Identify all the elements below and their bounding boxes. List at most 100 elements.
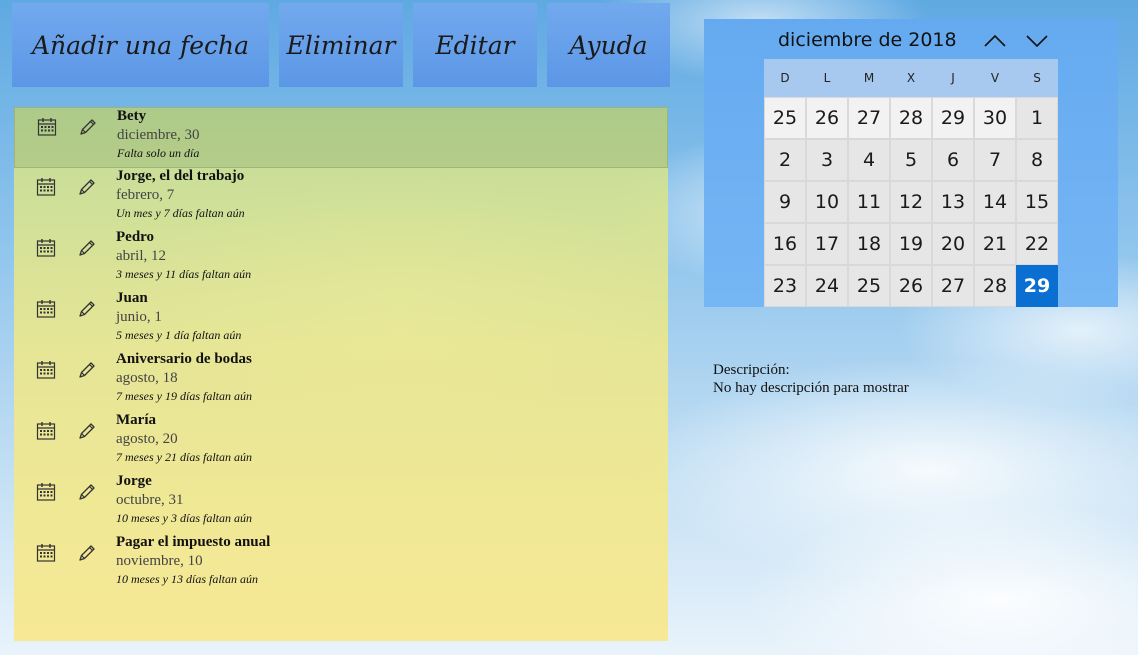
pencil-icon[interactable]: [77, 177, 97, 197]
calendar-icon[interactable]: [36, 543, 56, 563]
pencil-icon[interactable]: [77, 360, 97, 380]
date-remaining: 10 meses y 3 días faltan aún: [116, 511, 252, 525]
description-label: Descripción:: [713, 362, 790, 378]
pencil-icon[interactable]: [77, 421, 97, 441]
date-value: diciembre, 30: [117, 127, 200, 143]
calendar-day[interactable]: 17: [806, 223, 848, 265]
date-list-item[interactable]: Jorge octubre, 31 10 meses y 3 días faltan…: [14, 473, 668, 534]
calendar-icon[interactable]: [36, 299, 56, 319]
add-date-button[interactable]: Añadir una fecha: [12, 3, 269, 87]
pencil-icon[interactable]: [77, 482, 97, 502]
calendar-day[interactable]: 14: [974, 181, 1016, 223]
calendar-day[interactable]: 10: [806, 181, 848, 223]
date-value: agosto, 20: [116, 431, 178, 447]
calendar-day[interactable]: 9: [764, 181, 806, 223]
calendar-day[interactable]: 13: [932, 181, 974, 223]
calendar-icon[interactable]: [36, 238, 56, 258]
date-remaining: Falta solo un día: [117, 146, 200, 160]
date-remaining: 7 meses y 21 días faltan aún: [116, 450, 252, 464]
date-remaining: 7 meses y 19 días faltan aún: [116, 389, 252, 403]
calendar-day[interactable]: 28: [974, 265, 1016, 307]
help-button[interactable]: Ayuda: [547, 3, 670, 87]
date-remaining: 3 meses y 11 días faltan aún: [116, 267, 252, 281]
calendar: diciembre de 2018 DLMXJVS 25 26 27 28 29 30 1 2…: [704, 19, 1118, 307]
calendar-day[interactable]: 27: [848, 97, 890, 139]
weekday-label: J: [951, 71, 955, 85]
calendar-day[interactable]: 3: [806, 139, 848, 181]
pencil-icon[interactable]: [77, 238, 97, 258]
date-list-item[interactable]: Pedro abril, 12 3 meses y 11 días faltan a…: [14, 229, 668, 290]
edit-button[interactable]: Editar: [413, 3, 537, 87]
date-name: Pedro: [116, 229, 155, 245]
calendar-day[interactable]: 2: [764, 139, 806, 181]
date-name: Jorge, el del trabajo: [116, 168, 245, 184]
calendar-day[interactable]: 30: [974, 97, 1016, 139]
calendar-day[interactable]: 5: [890, 139, 932, 181]
calendar-weekday-header: DLMXJVS: [764, 59, 1058, 97]
pencil-icon[interactable]: [78, 117, 98, 137]
calendar-day[interactable]: 28: [890, 97, 932, 139]
calendar-day[interactable]: 29: [932, 97, 974, 139]
calendar-icon[interactable]: [37, 117, 57, 137]
calendar-day[interactable]: 8: [1016, 139, 1058, 181]
calendar-day[interactable]: 7: [974, 139, 1016, 181]
weekday-label: L: [823, 71, 831, 85]
date-list-item[interactable]: Juan junio, 1 5 meses y 1 día faltan aún: [14, 290, 668, 351]
date-value: agosto, 18: [116, 370, 178, 386]
weekday-label: X: [906, 71, 916, 85]
calendar-day[interactable]: 19: [890, 223, 932, 265]
calendar-month-label: diciembre de 2018: [778, 29, 957, 51]
date-name: Juan: [116, 290, 148, 306]
calendar-icon[interactable]: [36, 177, 56, 197]
date-name: Pagar el impuesto anual: [116, 534, 271, 550]
chevron-up-icon[interactable]: [980, 28, 1010, 54]
description-panel: Descripción: No hay descripción para mos…: [713, 361, 909, 397]
calendar-day[interactable]: 6: [932, 139, 974, 181]
calendar-day[interactable]: 11: [848, 181, 890, 223]
delete-button[interactable]: Eliminar: [279, 3, 403, 87]
calendar-day[interactable]: 26: [890, 265, 932, 307]
date-list-item[interactable]: Jorge, el del trabajo febrero, 7 Un mes y …: [14, 168, 668, 229]
date-remaining: 5 meses y 1 día faltan aún: [116, 328, 242, 342]
weekday-label: V: [990, 71, 1000, 85]
calendar-day[interactable]: 25: [848, 265, 890, 307]
pencil-icon[interactable]: [77, 543, 97, 563]
dates-list: Bety diciembre, 30 Falta solo un día Jorge,…: [14, 107, 668, 641]
date-list-item[interactable]: Aniversario de bodas agosto, 18 7 meses y …: [14, 351, 668, 412]
calendar-day[interactable]: 25: [764, 97, 806, 139]
date-name: Aniversario de bodas: [116, 351, 252, 367]
date-name: María: [116, 412, 156, 428]
pencil-icon[interactable]: [77, 299, 97, 319]
date-remaining: 10 meses y 13 días faltan aún: [116, 572, 258, 586]
calendar-day[interactable]: 16: [764, 223, 806, 265]
calendar-day[interactable]: 21: [974, 223, 1016, 265]
date-value: noviembre, 10: [116, 553, 203, 569]
calendar-day[interactable]: 22: [1016, 223, 1058, 265]
calendar-day[interactable]: 24: [806, 265, 848, 307]
date-list-item[interactable]: Bety diciembre, 30 Falta solo un día: [14, 107, 668, 168]
calendar-icon[interactable]: [36, 421, 56, 441]
calendar-day[interactable]: 23: [764, 265, 806, 307]
calendar-day[interactable]: 20: [932, 223, 974, 265]
calendar-day[interactable]: 26: [806, 97, 848, 139]
calendar-icon[interactable]: [36, 482, 56, 502]
date-value: abril, 12: [116, 248, 166, 264]
date-value: junio, 1: [116, 309, 162, 325]
calendar-day[interactable]: 27: [932, 265, 974, 307]
date-list-item[interactable]: Pagar el impuesto anual noviembre, 10 10 m…: [14, 534, 668, 595]
calendar-day[interactable]: 15: [1016, 181, 1058, 223]
chevron-down-icon[interactable]: [1022, 28, 1052, 54]
date-value: octubre, 31: [116, 492, 184, 508]
date-name: Jorge: [116, 473, 152, 489]
calendar-day[interactable]: 4: [848, 139, 890, 181]
calendar-day[interactable]: 12: [890, 181, 932, 223]
calendar-day[interactable]: 1: [1016, 97, 1058, 139]
calendar-day[interactable]: 18: [848, 223, 890, 265]
weekday-label: D: [780, 71, 790, 85]
date-list-item[interactable]: María agosto, 20 7 meses y 21 días faltan …: [14, 412, 668, 473]
calendar-icon[interactable]: [36, 360, 56, 380]
calendar-day-today[interactable]: 29: [1016, 265, 1058, 307]
date-value: febrero, 7: [116, 187, 175, 203]
date-name: Bety: [117, 108, 147, 124]
description-text: No hay descripción para mostrar: [713, 380, 909, 396]
